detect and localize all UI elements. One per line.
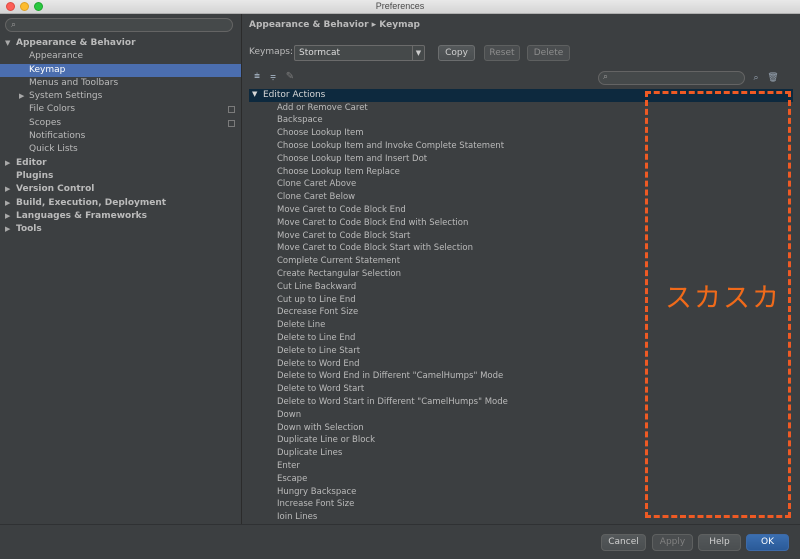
pencil-icon[interactable]: ✎ (284, 71, 296, 83)
apply-button[interactable]: Apply (652, 534, 693, 551)
tree-node-scopes[interactable]: Scopes (0, 117, 241, 130)
ok-button[interactable]: OK (746, 534, 789, 551)
tree-node-label: Quick Lists (29, 144, 78, 155)
tree-node-notifications[interactable]: Notifications (0, 130, 241, 143)
settings-search-input[interactable]: ⌕ (5, 18, 233, 32)
tree-node-quick-lists[interactable]: Quick Lists (0, 143, 241, 156)
tree-node-label: Version Control (16, 184, 95, 195)
tree-node-label: System Settings (29, 91, 103, 102)
delete-button[interactable]: Delete (527, 45, 570, 61)
tree-node-languages-frameworks[interactable]: ▶ Languages & Frameworks (0, 210, 241, 223)
expanded-arrow-icon[interactable]: ▼ (5, 37, 10, 50)
tree-node-label: File Colors (29, 104, 76, 115)
chevron-down-icon: ▼ (412, 46, 424, 60)
expanded-arrow-icon: ▼ (252, 90, 258, 98)
collapsed-arrow-icon[interactable]: ▶ (5, 210, 10, 223)
collapsed-arrow-icon[interactable]: ▶ (5, 157, 10, 170)
tree-node-label: Editor (16, 157, 47, 168)
expand-all-icon[interactable]: ⩧ (251, 71, 263, 83)
find-by-shortcut-icon[interactable]: ⌕ (750, 72, 762, 84)
collapsed-arrow-icon[interactable]: ▶ (5, 183, 10, 196)
tree-node-system-settings[interactable]: ▶ System Settings (0, 90, 241, 103)
collapsed-arrow-icon[interactable]: ▶ (5, 223, 10, 236)
dialog-footer: Cancel Apply Help OK (0, 524, 800, 559)
settings-sidebar: ⌕ ▼ Appearance & Behavior Appearance Keymap… (0, 14, 242, 524)
tree-node-label: Build, Execution, Deployment (16, 197, 167, 208)
tree-node-keymap[interactable]: Keymap (0, 63, 241, 77)
search-icon: ⌕ (603, 72, 609, 82)
cancel-button[interactable]: Cancel (601, 534, 646, 551)
tree-node-build-execution-deployment[interactable]: ▶ Build, Execution, Deployment (0, 197, 241, 210)
project-scope-icon (228, 119, 235, 127)
tree-node-label: Menus and Toolbars (29, 77, 119, 88)
tree-node-file-colors[interactable]: File Colors (0, 103, 241, 116)
reset-button[interactable]: Reset (484, 45, 520, 61)
tree-node-label: Scopes (29, 117, 62, 128)
tree-node-version-control[interactable]: ▶ Version Control (0, 183, 241, 196)
settings-tree: ▼ Appearance & Behavior Appearance Keymap Me… (0, 37, 241, 236)
action-search-input[interactable]: ⌕ (598, 71, 745, 85)
tree-node-menus-and-toolbars[interactable]: Menus and Toolbars (0, 77, 241, 90)
collapsed-arrow-icon[interactable]: ▶ (5, 197, 10, 210)
tree-node-label: Tools (16, 224, 42, 235)
tree-node-label: Appearance (29, 51, 84, 62)
tree-node-label: Plugins (16, 170, 54, 181)
tree-node-label: Languages & Frameworks (16, 210, 148, 221)
keymaps-label: Keymaps: (249, 47, 294, 57)
keymap-select-value: Stormcat (299, 48, 341, 58)
tree-node-appearance[interactable]: Appearance (0, 50, 241, 63)
window-titlebar: Preferences (0, 0, 800, 14)
tree-node-plugins[interactable]: Plugins (0, 170, 241, 183)
tree-node-appearance-behavior[interactable]: ▼ Appearance & Behavior (0, 37, 241, 50)
collapse-all-icon[interactable]: ⩦ (267, 71, 279, 83)
tree-node-label: Keymap (29, 64, 66, 75)
collapsed-arrow-icon[interactable]: ▶ (19, 90, 24, 103)
copy-button[interactable]: Copy (438, 45, 475, 61)
search-icon: ⌕ (11, 20, 17, 30)
project-scope-icon (228, 106, 235, 114)
tree-node-label: Notifications (29, 131, 86, 142)
tree-node-editor[interactable]: ▶ Editor (0, 157, 241, 170)
help-button[interactable]: Help (698, 534, 741, 551)
group-label: Editor Actions (263, 90, 326, 100)
tree-node-label: Appearance & Behavior (16, 38, 136, 48)
annotation-text: スカスカ (665, 283, 781, 314)
tree-node-tools[interactable]: ▶ Tools (0, 223, 241, 236)
breadcrumb: Appearance & Behavior ▸ Keymap (249, 20, 420, 30)
trash-icon[interactable]: 🗑 (767, 72, 779, 84)
window-title: Preferences (375, 1, 425, 11)
keymap-select[interactable]: Stormcat ▼ (294, 45, 425, 61)
